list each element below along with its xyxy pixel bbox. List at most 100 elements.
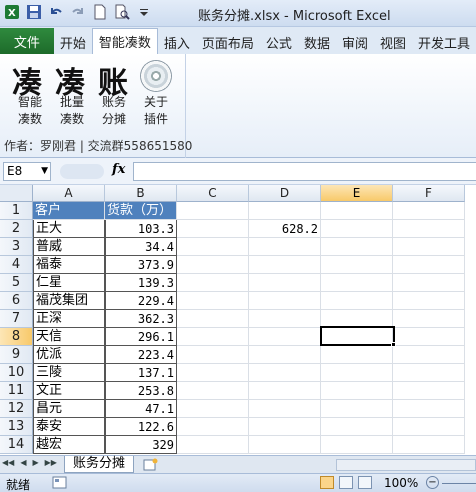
- cell-d[interactable]: [249, 328, 321, 346]
- tab-home[interactable]: 开始: [54, 30, 92, 54]
- column-header-e[interactable]: E: [321, 185, 393, 202]
- name-box[interactable]: E8 ▼: [3, 162, 51, 181]
- cell-f[interactable]: [393, 436, 465, 454]
- formula-input[interactable]: [133, 162, 476, 181]
- cell-c[interactable]: [177, 256, 249, 274]
- cell-c[interactable]: [177, 436, 249, 454]
- cell-b[interactable]: 139.3: [105, 274, 177, 292]
- cell-e[interactable]: [321, 292, 393, 310]
- cell-e[interactable]: [321, 364, 393, 382]
- first-sheet-icon[interactable]: ◀◀: [2, 458, 14, 467]
- row-header[interactable]: 10: [0, 364, 33, 382]
- column-header-f[interactable]: F: [393, 185, 465, 202]
- cell-c[interactable]: [177, 328, 249, 346]
- cell-c[interactable]: [177, 418, 249, 436]
- tab-formulas[interactable]: 公式: [260, 30, 298, 54]
- cell-d[interactable]: [249, 274, 321, 292]
- cell-d[interactable]: 628.2: [249, 220, 321, 238]
- cell-a[interactable]: 泰安: [33, 418, 105, 436]
- cell-e[interactable]: [321, 346, 393, 364]
- cell-f[interactable]: [393, 220, 465, 238]
- cell-e[interactable]: [321, 220, 393, 238]
- new-document-icon[interactable]: [92, 4, 108, 20]
- row-header[interactable]: 11: [0, 382, 33, 400]
- tab-developer[interactable]: 开发工具: [412, 30, 476, 54]
- page-break-view-button[interactable]: [358, 476, 372, 489]
- cell-f[interactable]: [393, 400, 465, 418]
- cell-d[interactable]: [249, 256, 321, 274]
- smart-sum-button[interactable]: 智能 凑数: [12, 94, 48, 128]
- cell-f[interactable]: [393, 274, 465, 292]
- fill-handle[interactable]: [391, 342, 396, 347]
- cell-e[interactable]: [321, 436, 393, 454]
- cell-c[interactable]: [177, 274, 249, 292]
- cell-e[interactable]: [321, 274, 393, 292]
- cell-e[interactable]: [321, 238, 393, 256]
- cell-f[interactable]: [393, 238, 465, 256]
- cell-d[interactable]: [249, 346, 321, 364]
- batch-sum-button[interactable]: 批量 凑数: [54, 94, 90, 128]
- tab-smart-sum[interactable]: 智能凑数: [91, 28, 158, 54]
- normal-view-button[interactable]: [320, 476, 334, 489]
- cell-a[interactable]: 普威: [33, 238, 105, 256]
- insert-sheet-icon[interactable]: [143, 458, 159, 471]
- redo-icon[interactable]: [70, 4, 86, 20]
- row-header[interactable]: 8: [0, 328, 33, 346]
- about-plugin-button[interactable]: 关于 插件: [138, 94, 174, 128]
- row-header[interactable]: 9: [0, 346, 33, 364]
- sheet-tab[interactable]: 账务分摊: [64, 456, 135, 473]
- cell-f[interactable]: [393, 382, 465, 400]
- cell-c[interactable]: [177, 346, 249, 364]
- cell-b[interactable]: 货款（万）: [105, 202, 177, 220]
- row-header[interactable]: 4: [0, 256, 33, 274]
- cell-a[interactable]: 越宏: [33, 436, 105, 454]
- cell-a[interactable]: 正深: [33, 310, 105, 328]
- zoom-level[interactable]: 100%: [384, 476, 418, 490]
- row-header[interactable]: 5: [0, 274, 33, 292]
- cell-b[interactable]: 103.3: [105, 220, 177, 238]
- cell-b[interactable]: 223.4: [105, 346, 177, 364]
- column-header-b[interactable]: B: [105, 185, 177, 202]
- cell-f[interactable]: [393, 292, 465, 310]
- cell-f[interactable]: [393, 418, 465, 436]
- cell-d[interactable]: [249, 292, 321, 310]
- cell-e[interactable]: [321, 202, 393, 220]
- last-sheet-icon[interactable]: ▶▶: [45, 458, 57, 467]
- print-preview-icon[interactable]: [114, 4, 130, 20]
- cell-b[interactable]: 362.3: [105, 310, 177, 328]
- row-header[interactable]: 3: [0, 238, 33, 256]
- cell-e[interactable]: [321, 256, 393, 274]
- row-header[interactable]: 2: [0, 220, 33, 238]
- cell-d[interactable]: [249, 310, 321, 328]
- row-header[interactable]: 14: [0, 436, 33, 454]
- cell-a[interactable]: 福茂集团: [33, 292, 105, 310]
- cell-c[interactable]: [177, 202, 249, 220]
- formula-bar-grip[interactable]: [60, 164, 104, 179]
- cell-b[interactable]: 253.8: [105, 382, 177, 400]
- cell-b[interactable]: 329: [105, 436, 177, 454]
- cell-a[interactable]: 客户: [33, 202, 105, 220]
- undo-icon[interactable]: [48, 4, 64, 20]
- cell-c[interactable]: [177, 292, 249, 310]
- cell-b[interactable]: 296.1: [105, 328, 177, 346]
- cell-a[interactable]: 天信: [33, 328, 105, 346]
- zoom-out-button[interactable]: −: [426, 476, 439, 489]
- cell-b[interactable]: 137.1: [105, 364, 177, 382]
- customize-toolbar-icon[interactable]: [136, 4, 152, 20]
- next-sheet-icon[interactable]: ▶: [32, 458, 38, 467]
- tab-page-layout[interactable]: 页面布局: [196, 30, 260, 54]
- cell-e[interactable]: [321, 382, 393, 400]
- cell-d[interactable]: [249, 400, 321, 418]
- cell-c[interactable]: [177, 238, 249, 256]
- select-all-corner[interactable]: [0, 185, 33, 202]
- cell-d[interactable]: [249, 202, 321, 220]
- tab-insert[interactable]: 插入: [158, 30, 196, 54]
- row-header[interactable]: 7: [0, 310, 33, 328]
- row-header[interactable]: 12: [0, 400, 33, 418]
- cell-c[interactable]: [177, 364, 249, 382]
- cell-b[interactable]: 122.6: [105, 418, 177, 436]
- column-header-a[interactable]: A: [33, 185, 105, 202]
- cell-b[interactable]: 229.4: [105, 292, 177, 310]
- cell-a[interactable]: 仁星: [33, 274, 105, 292]
- cell-a[interactable]: 福泰: [33, 256, 105, 274]
